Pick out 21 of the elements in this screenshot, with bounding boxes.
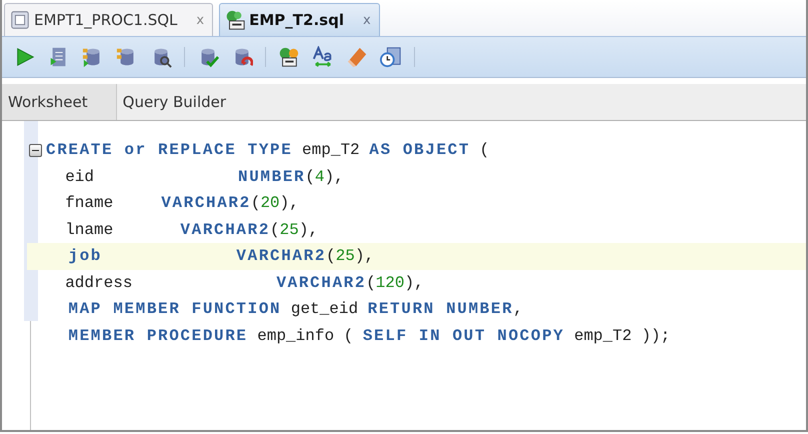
tab[interactable]: Worksheet [2,84,117,120]
file-tab[interactable]: EMPT1_PROC1.SQL x [4,3,214,36]
code-line: CREATE or REPLACE TYPE emp_T2 AS OBJECT ( [46,141,490,160]
code-line: MAP MEMBER FUNCTION get_eid RETURN NUMBER, [67,300,523,318]
sql-icon[interactable] [278,46,300,68]
clock-document-icon[interactable] [380,46,402,68]
code-line: eid NUMBER(4), [64,168,344,186]
eraser-icon[interactable] [346,46,368,68]
code-line: fname VARCHAR2(20), [64,194,299,212]
run-icon[interactable] [14,46,36,68]
collapse-icon[interactable] [29,144,42,157]
code-line: MEMBER PROCEDURE emp_info ( SELF IN OUT NOCOPY emp_T2 )); [67,326,670,345]
font-case-icon[interactable] [312,46,334,68]
table-file-icon [9,9,31,31]
close-button[interactable]: x [362,12,371,28]
code-line: address VARCHAR2(120), [64,274,424,292]
file-tab[interactable]: EMP_T2.sql x [219,3,380,36]
tab[interactable]: Query Builder [116,84,246,120]
code-line: lname VARCHAR2(25), [64,220,318,239]
sql-file-icon [224,9,246,31]
code-line: job VARCHAR2(25), [67,247,374,266]
